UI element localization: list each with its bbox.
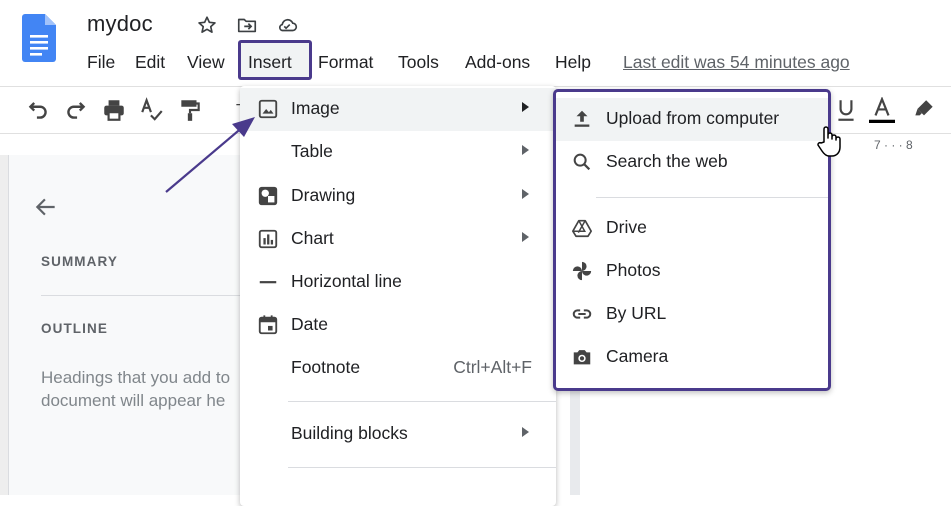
- submenu-arrow-icon: [522, 232, 529, 242]
- vertical-ruler: [0, 155, 9, 495]
- submenu-item-label: Photos: [606, 260, 661, 280]
- print-icon[interactable]: [101, 97, 127, 123]
- underline-icon[interactable]: [833, 97, 859, 123]
- insert-menu-item-image[interactable]: Image: [240, 88, 556, 131]
- insert-menu-item-date[interactable]: Date: [240, 304, 556, 347]
- submenu-arrow-icon: [522, 102, 529, 112]
- image-submenu: Upload from computer Search the web Driv…: [553, 89, 831, 391]
- camera-icon: [573, 350, 591, 365]
- insert-menu-item-building-blocks[interactable]: Building blocks: [240, 413, 556, 456]
- submenu-item-label: By URL: [606, 303, 667, 323]
- outline-hint-line: document will appear he: [41, 391, 226, 410]
- menu-addons[interactable]: Add-ons: [465, 50, 530, 74]
- highlight-color-icon[interactable]: [911, 97, 937, 123]
- image-submenu-item-search-web[interactable]: Search the web: [556, 141, 828, 184]
- menu-divider: [596, 197, 828, 198]
- menu-tools[interactable]: Tools: [398, 50, 439, 74]
- photos-icon: [572, 261, 592, 281]
- link-icon: [572, 309, 592, 319]
- back-arrow-icon[interactable]: [33, 194, 59, 220]
- divider: [41, 295, 241, 296]
- image-submenu-item-camera[interactable]: Camera: [556, 336, 828, 379]
- menu-item-label: Chart: [291, 228, 334, 248]
- image-submenu-item-drive[interactable]: Drive: [556, 207, 828, 250]
- submenu-arrow-icon: [522, 427, 529, 437]
- insert-menu: Image Table Drawing Chart Horizontal lin…: [240, 86, 556, 506]
- text-color-icon[interactable]: [869, 97, 895, 123]
- outline-heading: OUTLINE: [41, 321, 108, 336]
- horizontal-line-icon: [259, 281, 277, 284]
- hand-cursor-icon: [817, 126, 841, 157]
- annotation-arrow-icon: [165, 117, 255, 193]
- calendar-icon: [258, 315, 278, 335]
- document-title[interactable]: mydoc: [87, 11, 153, 37]
- menu-edit[interactable]: Edit: [135, 50, 165, 74]
- docs-logo-icon[interactable]: [22, 14, 56, 62]
- drive-icon: [572, 219, 592, 238]
- insert-menu-item-horizontal-line[interactable]: Horizontal line: [240, 261, 556, 304]
- menu-item-label: Horizontal line: [291, 271, 402, 291]
- menu-divider: [288, 401, 556, 402]
- submenu-arrow-icon: [522, 189, 529, 199]
- last-edit-link[interactable]: Last edit was 54 minutes ago: [623, 50, 850, 74]
- menu-file[interactable]: File: [87, 50, 115, 74]
- submenu-item-label: Camera: [606, 346, 669, 366]
- move-to-folder-icon[interactable]: [236, 14, 258, 36]
- insert-menu-item-drawing[interactable]: Drawing: [240, 175, 556, 218]
- insert-menu-item-footnote[interactable]: Footnote Ctrl+Alt+F: [240, 347, 556, 390]
- menu-help[interactable]: Help: [555, 50, 591, 74]
- horizontal-ruler: 7 · · · 8: [830, 136, 951, 154]
- image-submenu-item-photos[interactable]: Photos: [556, 250, 828, 293]
- search-icon: [573, 153, 591, 171]
- chart-icon: [258, 229, 278, 249]
- menu-item-label: Building blocks: [291, 423, 408, 443]
- outline-hint-text: Headings that you add to document will a…: [41, 366, 241, 412]
- menu-insert[interactable]: Insert: [248, 50, 292, 74]
- drawing-icon: [258, 186, 278, 206]
- menu-shortcut: Ctrl+Alt+F: [453, 357, 532, 377]
- image-submenu-item-upload[interactable]: Upload from computer: [556, 98, 828, 141]
- menu-divider: [288, 467, 556, 468]
- submenu-item-label: Search the web: [606, 151, 728, 171]
- submenu-item-label: Drive: [606, 217, 647, 237]
- image-icon: [258, 99, 278, 119]
- menu-item-label: Footnote: [291, 357, 361, 377]
- menu-format[interactable]: Format: [318, 50, 373, 74]
- menu-item-label: Drawing: [291, 185, 356, 205]
- star-icon[interactable]: [196, 14, 218, 36]
- outline-hint-line: Headings that you add to: [41, 368, 231, 387]
- submenu-item-label: Upload from computer: [606, 108, 780, 128]
- ruler-marks: 7 · · · 8: [874, 138, 913, 152]
- cloud-saved-icon[interactable]: [276, 14, 298, 36]
- menu-item-label: Image: [291, 98, 340, 118]
- submenu-arrow-icon: [522, 145, 529, 155]
- menu-item-label: Table: [291, 141, 333, 161]
- image-submenu-item-by-url[interactable]: By URL: [556, 293, 828, 336]
- undo-icon[interactable]: [25, 97, 51, 123]
- insert-menu-item-chart[interactable]: Chart: [240, 218, 556, 261]
- redo-icon[interactable]: [63, 97, 89, 123]
- upload-icon: [574, 110, 590, 127]
- menu-item-label: Date: [291, 314, 328, 334]
- menu-view[interactable]: View: [187, 50, 225, 74]
- insert-menu-item-table[interactable]: Table: [240, 131, 556, 174]
- summary-heading: SUMMARY: [41, 254, 118, 269]
